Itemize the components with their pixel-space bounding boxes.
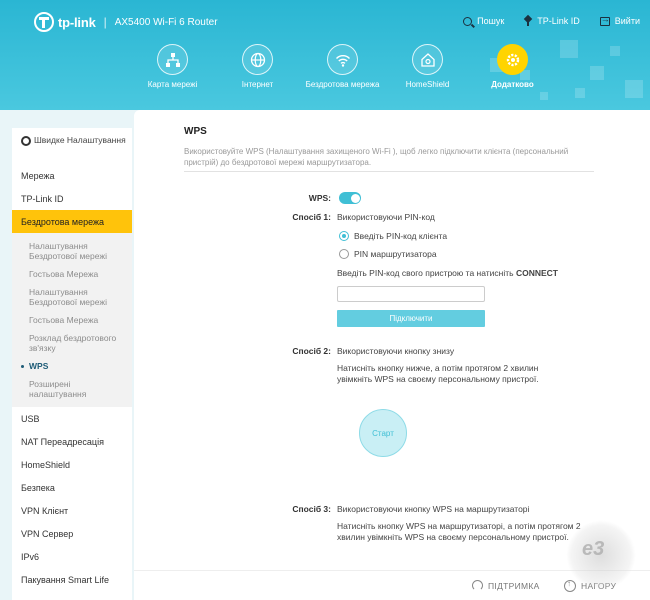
- page-description: Використовуйте WPS (Налаштування захищен…: [184, 147, 569, 167]
- sidebar-item-vpn-server[interactable]: VPN Сервер: [12, 522, 132, 545]
- top-links: Пошук TP-Link ID Вийти: [463, 14, 640, 26]
- sidebar-item-vpn-client[interactable]: VPN Клієнт: [12, 499, 132, 522]
- top-header: tp-link | AX5400 Wi-Fi 6 Router Пошук TP…: [0, 0, 650, 110]
- nav-network-map[interactable]: Карта мережі: [130, 44, 215, 89]
- sidebar-item-nat[interactable]: NAT Переадресація: [12, 430, 132, 453]
- support-link[interactable]: ПІДТРИМКА: [472, 580, 540, 591]
- sidebar-item-network[interactable]: Мережа: [12, 164, 132, 187]
- main-nav: Карта мережі Інтернет Бездротова мережа …: [130, 44, 555, 89]
- sidebar-item-ipv6[interactable]: IPv6: [12, 545, 132, 568]
- wifi-icon: [327, 44, 358, 75]
- sidebar: Швидке Налаштування Мережа TP-Link ID Бе…: [12, 128, 132, 600]
- router-model: AX5400 Wi-Fi 6 Router: [114, 16, 218, 28]
- method2-title: Використовуючи кнопку знизу: [337, 346, 455, 356]
- wps-toggle[interactable]: [339, 192, 361, 204]
- search-link[interactable]: Пошук: [463, 16, 504, 26]
- method1-label: Спосіб 1:: [292, 212, 331, 222]
- sidebar-item-wireless[interactable]: Бездротова мережа: [12, 210, 132, 233]
- sidebar-subitem-guest-network[interactable]: Гостьова Мережа: [12, 265, 132, 283]
- pin-input[interactable]: [337, 286, 485, 302]
- nav-advanced[interactable]: Додатково: [470, 44, 555, 89]
- sidebar-subitem-wireless-settings-2[interactable]: Налаштування Бездротової мережі: [12, 283, 132, 311]
- sidebar-item-quick-setup[interactable]: Швидке Налаштування: [12, 128, 132, 164]
- sidebar-item-homeshield[interactable]: HomeShield: [12, 453, 132, 476]
- nav-wireless[interactable]: Бездротова мережа: [300, 44, 385, 89]
- logout-link[interactable]: Вийти: [599, 14, 640, 26]
- connect-button[interactable]: Підключити: [337, 310, 485, 327]
- tplink-logo-icon: [34, 12, 54, 32]
- divider: [184, 171, 594, 172]
- sidebar-subitem-wps[interactable]: WPS: [12, 357, 132, 375]
- tplink-id-icon: [524, 16, 532, 26]
- gear-icon: [21, 136, 31, 146]
- headset-icon: [472, 580, 483, 591]
- sidebar-subitem-wireless-settings[interactable]: Налаштування Бездротової мережі: [12, 237, 132, 265]
- sidebar-item-tplink-id[interactable]: TP-Link ID: [12, 187, 132, 210]
- tplink-id-link[interactable]: TP-Link ID: [524, 16, 580, 26]
- pin-instruction: Введіть PIN-код свого пристрою та натисн…: [337, 268, 558, 278]
- arrow-up-icon: [564, 579, 576, 592]
- network-map-icon: [157, 44, 188, 75]
- method3-label: Спосіб 3:: [292, 504, 331, 514]
- watermark-text: e3: [582, 538, 605, 560]
- sidebar-submenu: Налаштування Бездротової мережі Гостьова…: [12, 233, 132, 407]
- method1-title: Використовуючи PIN-код: [337, 212, 435, 222]
- main-panel: WPS Використовуйте WPS (Налаштування зах…: [134, 110, 650, 600]
- method3-instruction: Натисніть кнопку WPS на маршрутизаторі, …: [337, 521, 581, 542]
- nav-internet[interactable]: Інтернет: [215, 44, 300, 89]
- sidebar-item-usb[interactable]: USB: [12, 407, 132, 430]
- nav-homeshield[interactable]: HomeShield: [385, 44, 470, 89]
- wps-label: WPS:: [308, 193, 331, 203]
- sidebar-item-security[interactable]: Безпека: [12, 476, 132, 499]
- page-title: WPS: [184, 126, 207, 137]
- method3-title: Використовуючи кнопку WPS на маршрутизат…: [337, 504, 530, 514]
- sidebar-item-smart-life[interactable]: Пакування Smart Life: [12, 568, 132, 591]
- sidebar-subitem-wireless-schedule[interactable]: Розклад бездротового зв'язку: [12, 329, 132, 357]
- home-shield-icon: [412, 44, 443, 75]
- logout-icon: [599, 14, 610, 26]
- brand-name: tp-link: [58, 14, 96, 30]
- search-icon: [463, 16, 473, 26]
- start-button[interactable]: Старт: [359, 409, 407, 457]
- sidebar-subitem-advanced[interactable]: Розширені налаштування: [12, 375, 132, 403]
- sidebar-subitem-guest-network-2[interactable]: Гостьова Мережа: [12, 311, 132, 329]
- radio-router-pin[interactable]: [339, 249, 349, 259]
- brand-logo: tp-link | AX5400 Wi-Fi 6 Router: [34, 12, 218, 32]
- method2-instruction: Натисніть кнопку нижче, а потім протягом…: [337, 363, 539, 384]
- radio-client-pin[interactable]: [339, 231, 349, 241]
- globe-icon: [242, 44, 273, 75]
- gear-icon: [497, 44, 528, 75]
- radio-client-pin-label: Введіть PIN-код клієнта: [354, 231, 448, 241]
- method2-label: Спосіб 2:: [292, 346, 331, 356]
- radio-router-pin-label: PIN маршрутизатора: [354, 249, 437, 259]
